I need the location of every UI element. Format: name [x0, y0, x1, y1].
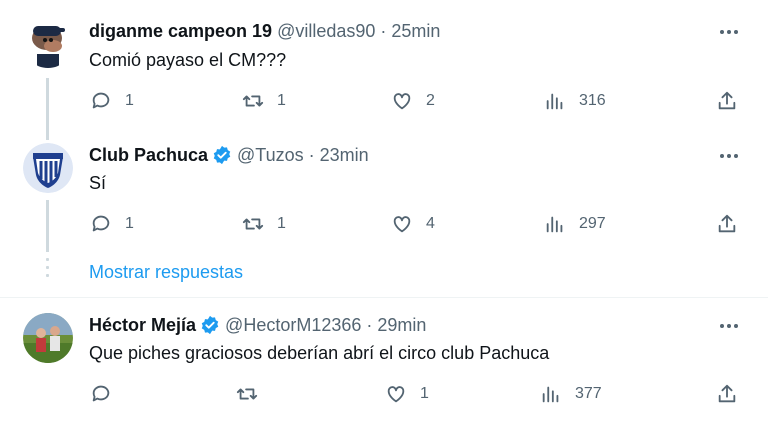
- like-button[interactable]: 4: [391, 212, 435, 236]
- verified-badge-icon: [212, 145, 232, 165]
- timestamp[interactable]: 29min: [377, 315, 426, 336]
- heart-icon: [387, 386, 405, 403]
- tweet-header: Héctor Mejía @HectorM12366 · 29min: [89, 313, 426, 337]
- retweet-icon: [236, 388, 258, 400]
- views-icon: [542, 386, 559, 403]
- separator-dot: ·: [380, 20, 387, 41]
- share-button[interactable]: [716, 212, 738, 236]
- share-icon: [718, 214, 736, 233]
- heart-icon: [393, 93, 411, 110]
- retweet-count: 1: [277, 92, 286, 109]
- reply-count: 1: [125, 92, 134, 109]
- reply-icon: [92, 385, 110, 402]
- reply-button[interactable]: 1: [90, 89, 134, 113]
- tweet-header: diganme campeon 19 @villedas90 · 25min: [89, 19, 440, 43]
- tweet-text: Comió payaso el CM???: [89, 50, 287, 70]
- retweet-icon: [242, 95, 264, 107]
- divider: [0, 297, 768, 298]
- verified-badge-icon: [200, 315, 220, 335]
- like-count: 4: [426, 215, 435, 232]
- share-icon: [718, 91, 736, 110]
- tweet-text: Que piches graciosos deberían abrí el ci…: [89, 343, 550, 363]
- views-button[interactable]: 316: [544, 89, 606, 113]
- share-icon: [718, 384, 736, 403]
- like-button[interactable]: 2: [391, 89, 435, 113]
- user-name[interactable]: diganme campeon 19: [89, 21, 272, 42]
- reply-icon: [92, 215, 110, 232]
- tweet-text: Sí: [89, 173, 107, 193]
- user-handle[interactable]: @villedas90: [277, 21, 375, 42]
- more-icon[interactable]: [718, 315, 740, 337]
- retweet-count: 1: [277, 215, 286, 232]
- avatar[interactable]: [23, 313, 73, 363]
- more-icon[interactable]: [718, 145, 740, 167]
- tweet-header: Club Pachuca @Tuzos · 23min: [89, 143, 369, 167]
- timestamp[interactable]: 23min: [320, 145, 369, 166]
- show-replies-link[interactable]: Mostrar respuestas: [89, 262, 243, 283]
- more-icon[interactable]: [718, 21, 740, 43]
- views-icon: [546, 93, 563, 110]
- views-count: 377: [575, 385, 602, 402]
- tweet-actions: 1 1 2 316: [0, 89, 768, 113]
- like-button[interactable]: 1: [385, 382, 429, 406]
- reply-button[interactable]: 1: [90, 212, 134, 236]
- reply-icon: [92, 92, 110, 109]
- like-count: 2: [426, 92, 435, 109]
- views-button[interactable]: 297: [544, 212, 606, 236]
- views-icon: [546, 216, 563, 233]
- user-handle[interactable]: @HectorM12366: [225, 315, 361, 336]
- avatar[interactable]: [23, 18, 73, 68]
- avatar[interactable]: [23, 143, 73, 193]
- user-name[interactable]: Héctor Mejía: [89, 315, 196, 336]
- retweet-button[interactable]: 1: [242, 89, 286, 113]
- reply-button[interactable]: [90, 382, 125, 406]
- tweet-actions: 1 1 4 297: [0, 212, 768, 236]
- tweet-actions: 1 377: [0, 382, 768, 406]
- heart-icon: [393, 216, 411, 233]
- user-handle[interactable]: @Tuzos: [237, 145, 304, 166]
- retweet-icon: [242, 218, 264, 230]
- retweet-button[interactable]: 1: [242, 212, 286, 236]
- views-count: 316: [579, 92, 606, 109]
- thread-dots: [46, 258, 49, 282]
- like-count: 1: [420, 385, 429, 402]
- timestamp[interactable]: 25min: [391, 21, 440, 42]
- views-button[interactable]: 377: [540, 382, 602, 406]
- user-name[interactable]: Club Pachuca: [89, 145, 208, 166]
- retweet-button[interactable]: [236, 382, 271, 406]
- views-count: 297: [579, 215, 606, 232]
- separator-dot: ·: [308, 144, 315, 165]
- reply-count: 1: [125, 215, 134, 232]
- share-button[interactable]: [716, 89, 738, 113]
- share-button[interactable]: [716, 382, 738, 406]
- separator-dot: ·: [366, 314, 373, 335]
